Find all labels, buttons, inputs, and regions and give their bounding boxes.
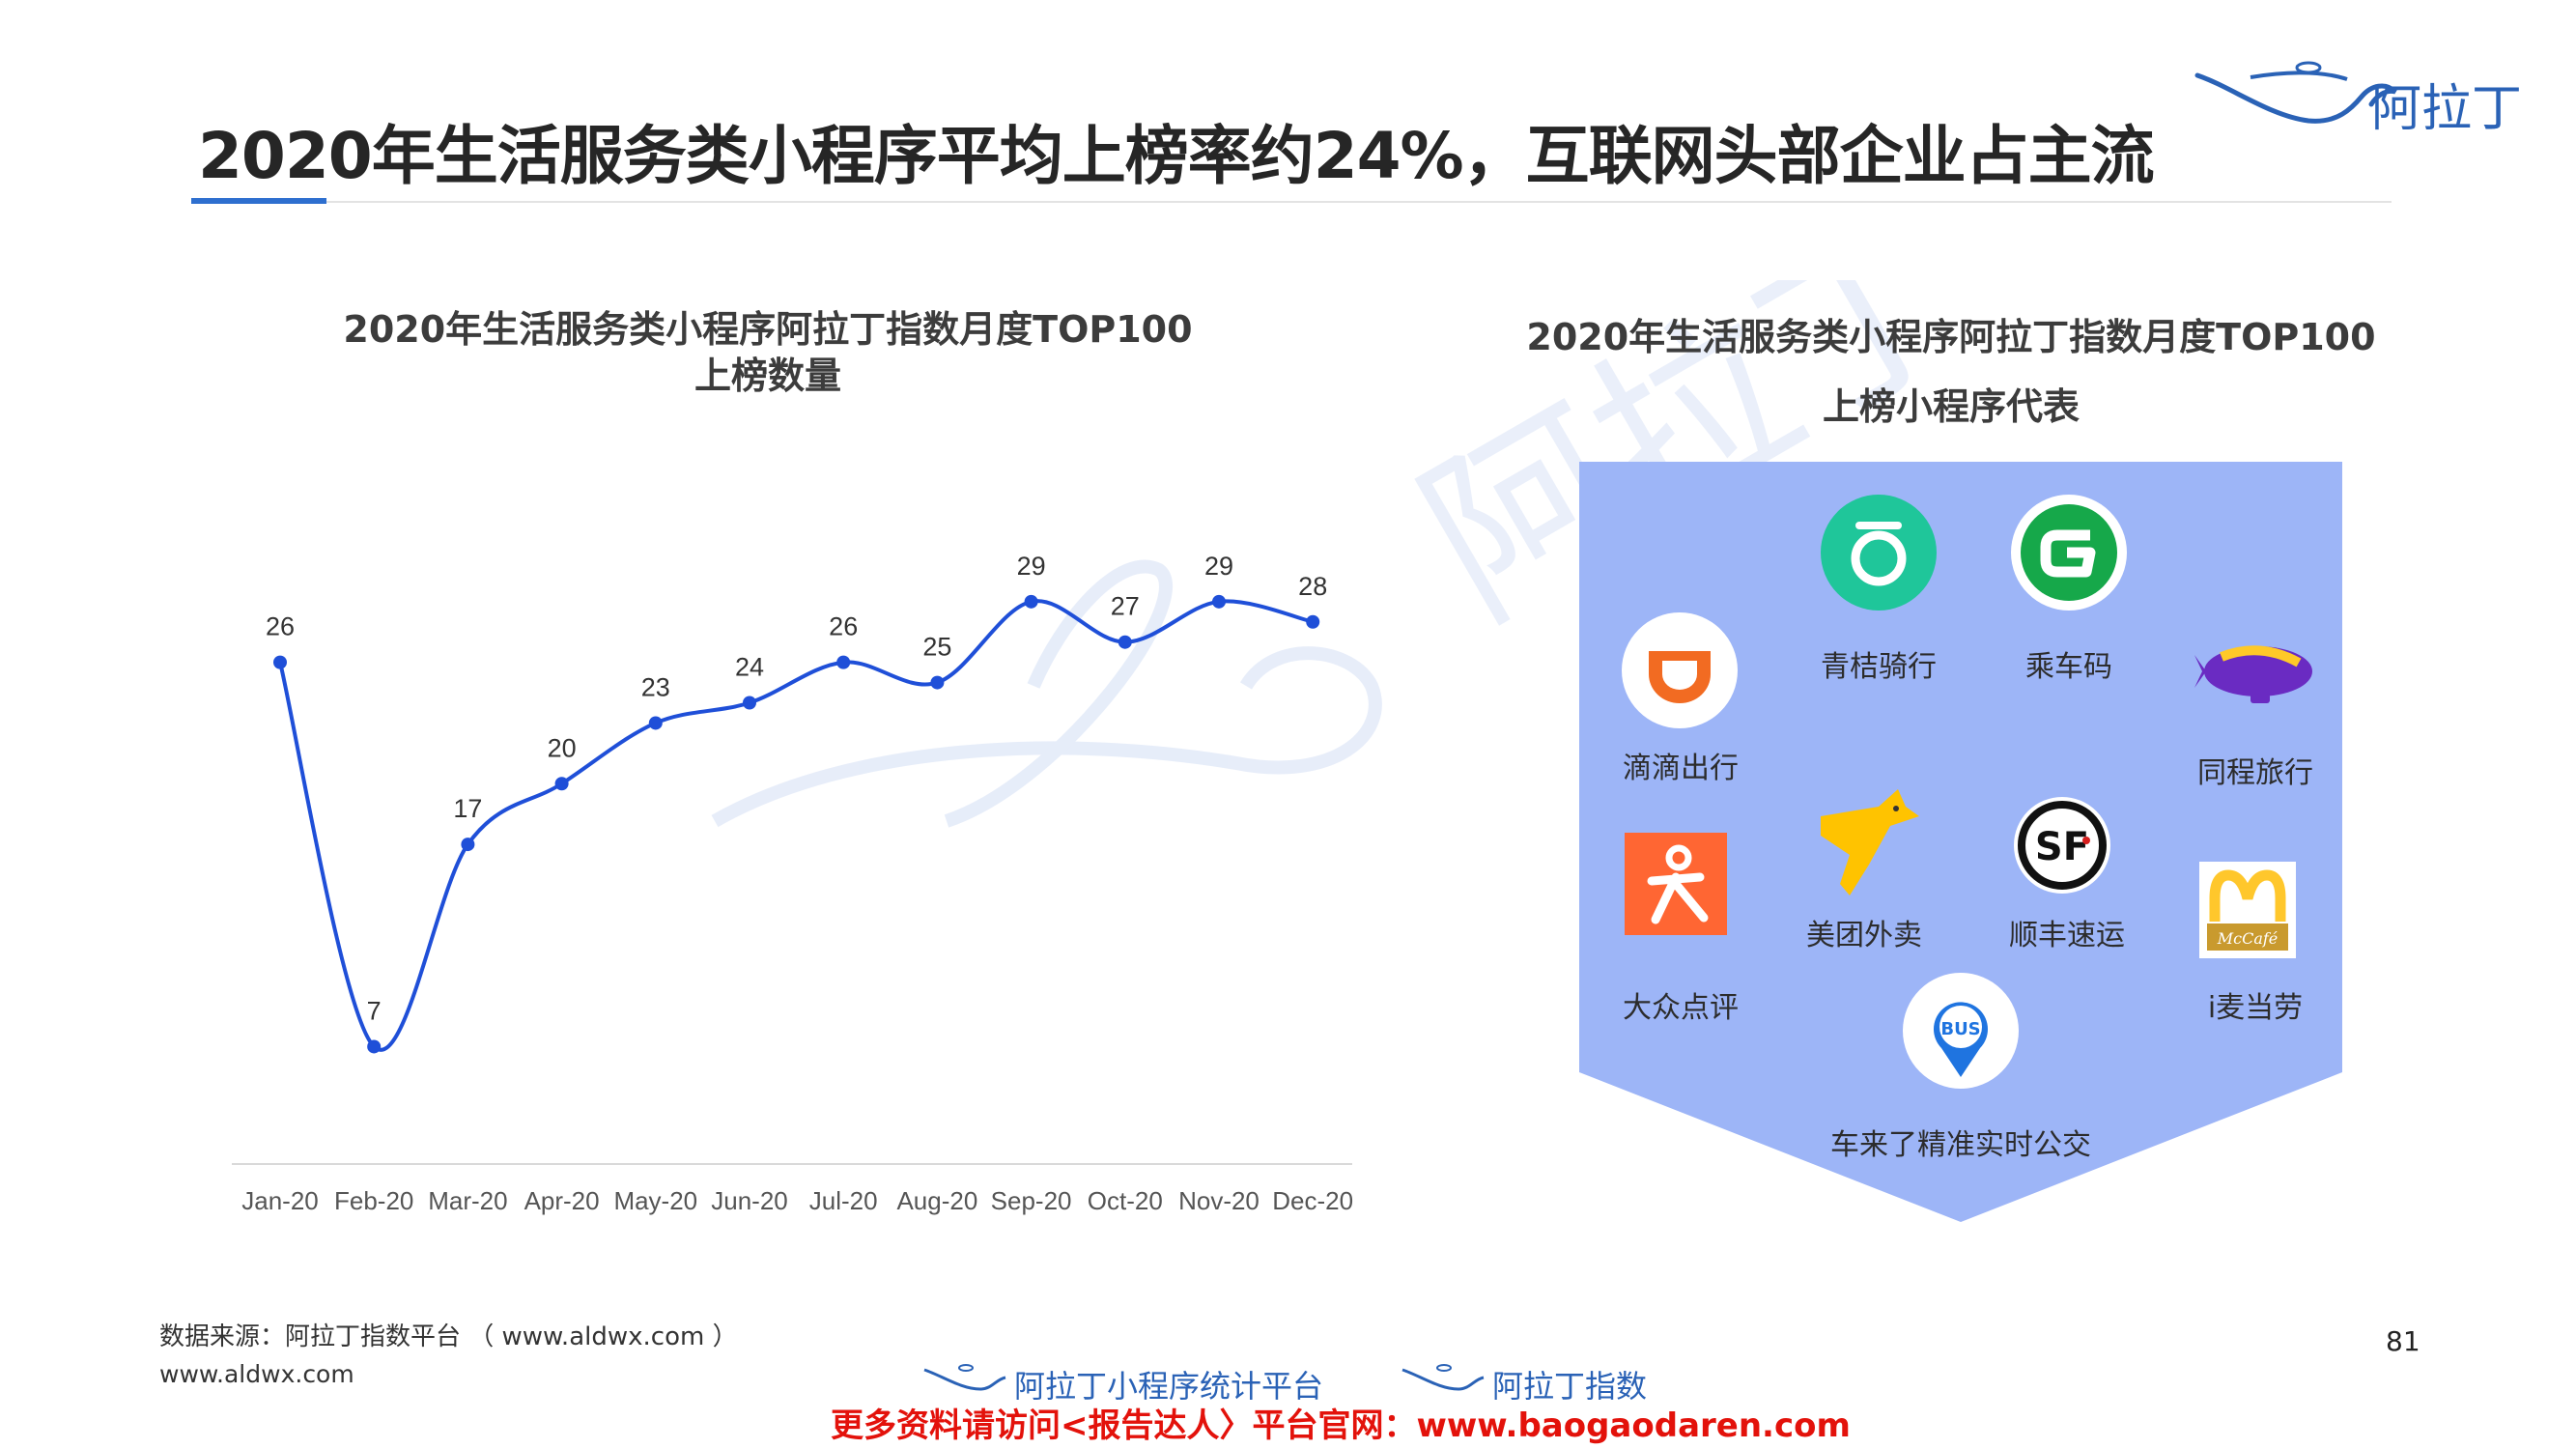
panel-title-line1: 2020年生活服务类小程序阿拉丁指数月度TOP100	[1526, 316, 2376, 358]
data-label: 29	[1204, 552, 1233, 581]
app-showcase-panel: 滴滴出行 青桔骑行 乘车码 同程旅行 大众点评 美团外卖 SF 顺丰速运 McC…	[1574, 454, 2347, 1227]
app-label-dianping: 大众点评	[1623, 991, 1739, 1025]
data-label: 24	[735, 653, 764, 682]
logo-text: 阿拉丁	[2371, 80, 2523, 138]
data-point	[554, 777, 569, 791]
data-label: 7	[367, 996, 382, 1025]
bus-pin-icon[interactable]: BUS	[1901, 971, 2021, 1091]
data-point	[930, 675, 945, 690]
app-label-mcdonalds: i麦当劳	[2207, 991, 2304, 1025]
title-accent-bar	[191, 198, 326, 204]
data-label: 20	[548, 733, 577, 762]
page-number: 81	[2386, 1325, 2420, 1357]
app-label-sf: 顺丰速运	[2009, 919, 2125, 952]
data-point	[273, 655, 287, 669]
x-tick-label: Mar-20	[428, 1186, 507, 1215]
genie-lamp-icon	[1401, 1364, 1485, 1391]
app-label-qingju: 青桔骑行	[1821, 650, 1937, 684]
svg-text:BUS: BUS	[1940, 1019, 1980, 1039]
data-point	[1306, 614, 1320, 629]
x-tick-label: May-20	[613, 1186, 697, 1215]
x-tick-label: Aug-20	[896, 1186, 977, 1215]
app-label-ride-code: 乘车码	[2025, 650, 2112, 684]
title-divider	[191, 201, 2392, 203]
dianping-icon[interactable]	[1623, 831, 1729, 937]
x-tick-label: Dec-20	[1272, 1186, 1353, 1215]
x-tick-label: Jul-20	[809, 1186, 878, 1215]
svg-text:SF: SF	[2035, 825, 2089, 869]
data-label: 29	[1017, 552, 1046, 581]
data-point	[461, 838, 475, 852]
mcdonalds-icon[interactable]: McCafé	[2197, 860, 2298, 960]
x-tick-label: Apr-20	[524, 1186, 600, 1215]
footer-promo-link[interactable]: 更多资料请访问<报告达人〉平台官网：www.baogaodaren.com	[831, 1399, 1851, 1446]
data-label: 26	[829, 612, 858, 641]
page-title: 2020年生活服务类小程序平均上榜率约24%，互联网头部企业占主流	[198, 119, 2155, 193]
data-label: 25	[922, 633, 951, 662]
ly-blimp-icon[interactable]	[2193, 628, 2328, 715]
x-tick-label: Nov-20	[1178, 1186, 1260, 1215]
app-label-ly: 同程旅行	[2197, 756, 2313, 790]
app-label-meituan: 美团外卖	[1806, 919, 1922, 952]
data-point	[743, 696, 756, 710]
data-point	[836, 655, 851, 669]
x-tick-label: Feb-20	[334, 1186, 413, 1215]
data-source: 数据来源：阿拉丁指数平台 （ www.aldwx.com ）	[159, 1322, 738, 1351]
data-label: 27	[1111, 592, 1140, 621]
data-label: 28	[1298, 572, 1327, 601]
data-label: 23	[641, 672, 670, 701]
didi-icon[interactable]	[1620, 611, 1740, 730]
data-point	[1118, 635, 1132, 649]
x-tick-label: Sep-20	[991, 1186, 1072, 1215]
x-tick-label: Oct-20	[1088, 1186, 1163, 1215]
data-label: 26	[266, 612, 295, 641]
x-tick-label: Jun-20	[711, 1186, 788, 1215]
panel-title-line2: 上榜小程序代表	[1822, 385, 2080, 428]
line-chart: 26 7 17 20 23 24 26 25 29 27 29 28 Jan-20 Feb-20 Mar-…	[232, 552, 1353, 1215]
chart-title-line2: 上榜数量	[694, 355, 841, 397]
series-line	[278, 599, 1314, 1052]
data-point	[1024, 594, 1038, 609]
data-point	[1212, 594, 1226, 609]
sf-express-icon[interactable]: SF	[2009, 792, 2115, 898]
data-label: 17	[453, 794, 482, 823]
svg-text:McCafé: McCafé	[2217, 929, 2279, 948]
ride-code-icon[interactable]	[2009, 493, 2129, 612]
x-tick-label: Jan-20	[241, 1186, 319, 1215]
chart-title-line1: 2020年生活服务类小程序阿拉丁指数月度TOP100	[343, 308, 1193, 351]
qingju-icon[interactable]	[1819, 493, 1939, 612]
app-label-didi: 滴滴出行	[1623, 752, 1739, 785]
genie-lamp-icon	[923, 1364, 1006, 1391]
site-url[interactable]: www.aldwx.com	[159, 1360, 354, 1388]
meituan-kangaroo-icon[interactable]	[1801, 778, 1927, 903]
app-label-chelaile: 车来了精准实时公交	[1830, 1128, 2091, 1162]
data-point	[648, 716, 663, 730]
data-point	[367, 1039, 382, 1054]
